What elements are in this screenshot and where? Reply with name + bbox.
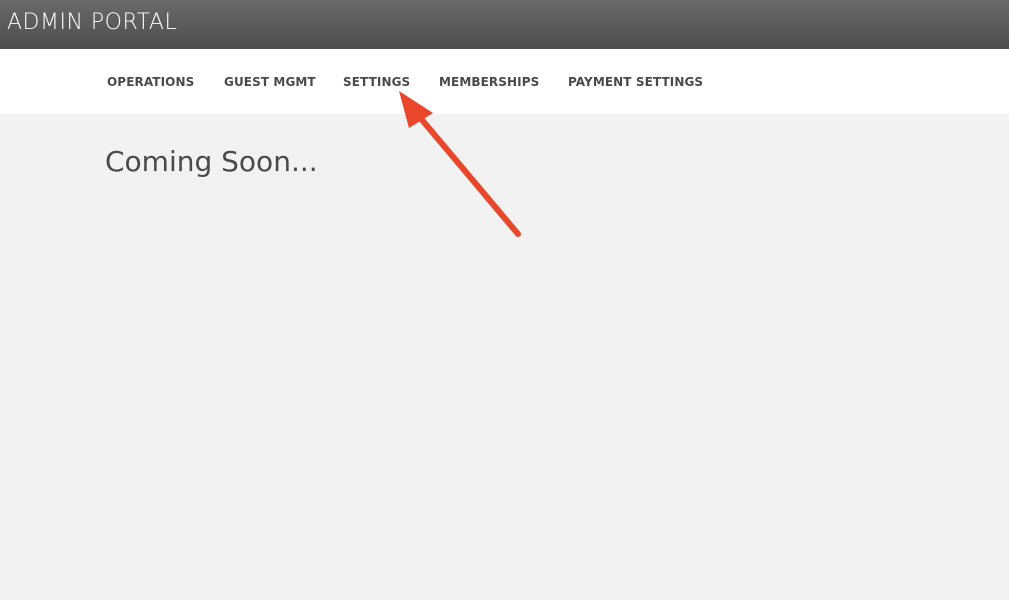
nav-item-guest-mgmt[interactable]: GUEST MGMT	[224, 75, 316, 89]
nav-item-operations[interactable]: OPERATIONS	[107, 75, 194, 89]
nav-item-memberships[interactable]: MEMBERSHIPS	[439, 75, 539, 89]
nav-item-payment-settings[interactable]: PAYMENT SETTINGS	[568, 75, 703, 89]
nav-item-settings[interactable]: SETTINGS	[343, 75, 410, 89]
app-title: ADMIN PORTAL	[7, 10, 178, 35]
main-content: Coming Soon...	[0, 114, 1009, 600]
top-header-bar: ADMIN PORTAL	[0, 0, 1009, 49]
main-nav: OPERATIONS GUEST MGMT SETTINGS MEMBERSHI…	[0, 49, 1009, 114]
page-title: Coming Soon...	[105, 145, 318, 178]
